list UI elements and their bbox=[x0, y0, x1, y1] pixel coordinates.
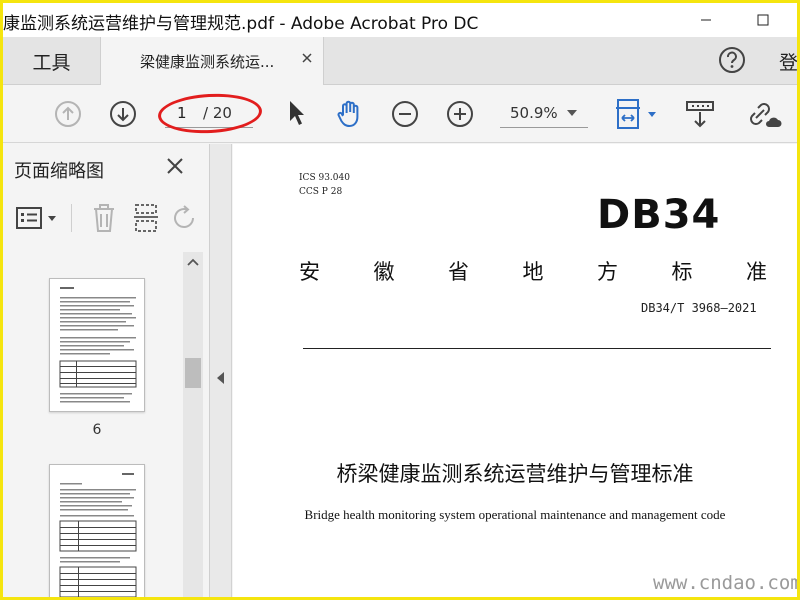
issuer-line: 安 徽 省 地 方 标 准 bbox=[299, 256, 767, 286]
trash-icon[interactable] bbox=[91, 203, 117, 233]
issuer-char: 标 bbox=[671, 260, 693, 284]
standard-number: DB34/T 3968—2021 bbox=[641, 301, 757, 315]
thumbnail-options-icon[interactable] bbox=[15, 206, 61, 230]
acrobat-window: 康监测系统运营维护与管理规范.pdf - Adobe Acrobat Pro D… bbox=[3, 3, 797, 597]
issuer-char: 地 bbox=[522, 260, 544, 284]
panel-toolbar bbox=[3, 192, 209, 242]
minus-circle-icon bbox=[392, 101, 418, 127]
share-link-button[interactable] bbox=[743, 97, 783, 131]
minimize-icon bbox=[701, 19, 711, 21]
previous-page-button[interactable] bbox=[53, 99, 83, 129]
scroll-up-icon[interactable] bbox=[187, 258, 199, 266]
hand-tool-button[interactable] bbox=[333, 97, 367, 131]
close-panel-icon[interactable] bbox=[165, 156, 185, 176]
zoom-value: 50.9% bbox=[510, 104, 558, 122]
toolbar-divider bbox=[71, 204, 72, 232]
ics-code: ICS 93.040 bbox=[299, 173, 350, 183]
insert-page-icon[interactable] bbox=[133, 203, 159, 233]
issuer-char: 方 bbox=[597, 260, 618, 284]
tabs-bar: 工具 梁健康监测系统运... 登 bbox=[3, 37, 797, 86]
scrollbar-thumb[interactable] bbox=[185, 358, 201, 388]
zoom-select[interactable]: 50.9% bbox=[500, 98, 588, 128]
panel-collapse-strip[interactable] bbox=[210, 144, 232, 597]
hand-icon bbox=[337, 100, 359, 127]
title-bar: 康监测系统运营维护与管理规范.pdf - Adobe Acrobat Pro D… bbox=[3, 3, 797, 37]
page-thumbnail[interactable] bbox=[49, 464, 145, 597]
sign-in-link[interactable]: 登 bbox=[779, 48, 797, 75]
thumbnail-preview bbox=[59, 287, 137, 403]
chevron-down-icon bbox=[567, 110, 577, 116]
ccs-code: CCS P 28 bbox=[299, 187, 343, 197]
document-title-en: Bridge health monitoring system operatio… bbox=[304, 507, 726, 522]
issuer-char: 安 bbox=[299, 260, 320, 284]
tab-document-label: 梁健康监测系统运... bbox=[140, 53, 275, 71]
keyboard-scroll-icon bbox=[686, 101, 714, 128]
tab-tools[interactable]: 工具 bbox=[3, 37, 100, 85]
close-tab-icon[interactable] bbox=[299, 50, 315, 66]
collapse-left-icon bbox=[217, 372, 224, 384]
classification-codes: ICS 93.040 CCS P 28 bbox=[299, 171, 350, 199]
thumbnails-panel: 页面缩略图 6 bbox=[3, 144, 210, 597]
db-mark: DB34 bbox=[597, 192, 721, 238]
help-icon[interactable] bbox=[717, 45, 747, 75]
scroll-mode-button[interactable] bbox=[683, 97, 717, 131]
document-title-cn: 桥梁健康监测系统运营维护与管理标准 bbox=[336, 462, 694, 486]
rotate-icon[interactable] bbox=[173, 204, 199, 232]
panel-title: 页面缩略图 bbox=[14, 161, 104, 182]
fit-page-icon bbox=[616, 99, 656, 129]
window-title: 康监测系统运营维护与管理规范.pdf - Adobe Acrobat Pro D… bbox=[3, 14, 479, 34]
issuer-char: 省 bbox=[448, 260, 469, 284]
site-watermark: www.cndao.com bbox=[653, 572, 797, 594]
header-divider bbox=[303, 348, 771, 349]
main-toolbar: / 20 50.9% bbox=[3, 85, 797, 143]
thumbnails-list: 6 bbox=[3, 252, 203, 597]
tab-document[interactable]: 梁健康监测系统运... bbox=[100, 37, 324, 86]
zoom-out-button[interactable] bbox=[390, 99, 420, 129]
thumbnails-scrollbar[interactable] bbox=[183, 252, 203, 597]
arrow-down-circle-icon bbox=[110, 101, 136, 127]
next-page-button[interactable] bbox=[108, 99, 138, 129]
issuer-char: 徽 bbox=[373, 260, 395, 284]
zoom-in-button[interactable] bbox=[445, 99, 475, 129]
link-cloud-icon bbox=[750, 103, 782, 127]
select-tool-button[interactable] bbox=[283, 97, 309, 129]
plus-circle-icon bbox=[447, 101, 473, 127]
arrow-up-circle-icon bbox=[55, 101, 81, 127]
thumbnail-preview bbox=[59, 473, 137, 597]
minimize-button[interactable] bbox=[683, 3, 729, 37]
page-thumbnail[interactable] bbox=[49, 278, 145, 412]
issuer-char: 准 bbox=[746, 260, 767, 284]
thumbnail-page-number: 6 bbox=[92, 422, 102, 438]
page-fit-button[interactable] bbox=[613, 95, 661, 133]
maximize-icon bbox=[757, 14, 769, 26]
maximize-button[interactable] bbox=[740, 3, 786, 37]
document-page[interactable]: ICS 93.040 CCS P 28 DB34 安 徽 省 地 方 标 准 D… bbox=[233, 144, 797, 597]
cursor-arrow-icon bbox=[290, 101, 304, 125]
